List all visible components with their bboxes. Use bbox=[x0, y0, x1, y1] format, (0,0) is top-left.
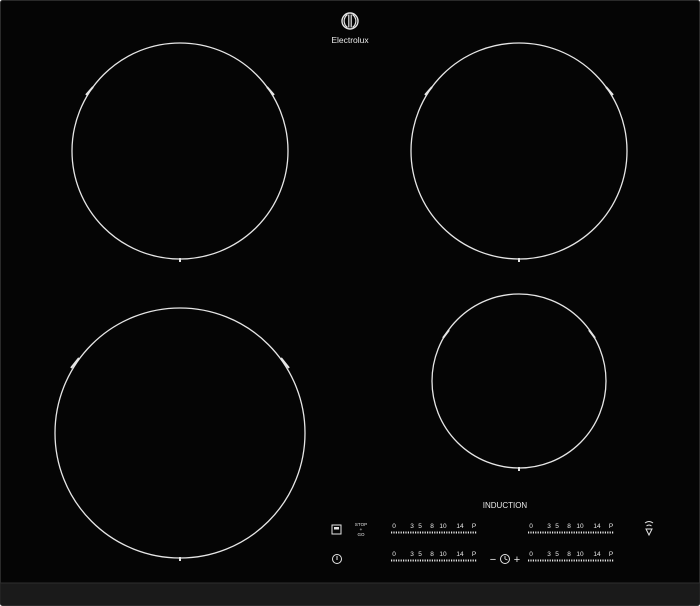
slider-tick-label: 10 bbox=[576, 551, 584, 558]
slider-tick-label: 0 bbox=[392, 551, 396, 558]
slider-tick-label: 3 bbox=[547, 523, 551, 530]
slider-tick-label: 14 bbox=[456, 523, 464, 530]
slider-tick-label: P bbox=[609, 551, 613, 558]
front-frame-strip bbox=[0, 583, 700, 605]
timer-minus-button[interactable]: − bbox=[490, 554, 496, 566]
slider-tick-label: P bbox=[472, 523, 476, 530]
timer-plus-button[interactable]: + bbox=[514, 554, 520, 566]
slider-tick-label: 5 bbox=[555, 523, 559, 530]
slider-tick-label: 10 bbox=[576, 523, 584, 530]
slider-tick-label: 0 bbox=[392, 523, 396, 530]
slider-tick-label: 14 bbox=[456, 551, 464, 558]
slider-tick-label: 3 bbox=[410, 551, 414, 558]
slider-tick-label: 8 bbox=[567, 551, 571, 558]
induction-cooktop: Electrolux INDUCTION STOP + GO − + 0 3 5… bbox=[0, 0, 700, 606]
slider-tick-label: 8 bbox=[430, 551, 434, 558]
brand-name: Electrolux bbox=[331, 35, 369, 45]
slider-tick-label: P bbox=[472, 551, 476, 558]
slider-tick-label: 3 bbox=[547, 551, 551, 558]
slider-tick-label: 0 bbox=[529, 523, 533, 530]
slider-tick-label: 5 bbox=[418, 551, 422, 558]
slider-tick-label: 8 bbox=[430, 523, 434, 530]
go-label: GO bbox=[357, 532, 365, 537]
slider-tick-label: 14 bbox=[593, 523, 601, 530]
slider-tick-label: 14 bbox=[593, 551, 601, 558]
slider-tick-label: 10 bbox=[439, 523, 447, 530]
glass-surface bbox=[0, 0, 700, 606]
slider-tick-label: 8 bbox=[567, 523, 571, 530]
slider-tick-label: 3 bbox=[410, 523, 414, 530]
induction-label: INDUCTION bbox=[483, 501, 528, 510]
slider-tick-label: 5 bbox=[555, 551, 559, 558]
slider-tick-label: 5 bbox=[418, 523, 422, 530]
slider-tick-label: 0 bbox=[529, 551, 533, 558]
slider-tick-label: 10 bbox=[439, 551, 447, 558]
slider-tick-label: P bbox=[609, 523, 613, 530]
